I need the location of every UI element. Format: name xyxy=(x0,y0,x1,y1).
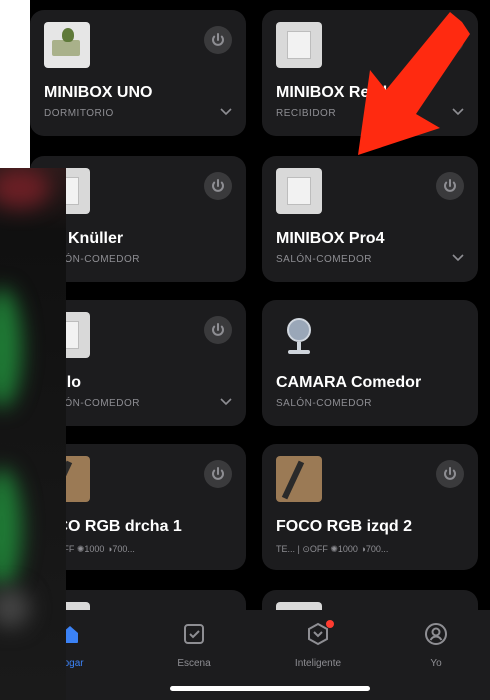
power-icon[interactable] xyxy=(436,460,464,488)
chevron-down-icon[interactable] xyxy=(220,398,232,406)
device-room: SALÓN-COMEDOR xyxy=(276,254,372,265)
power-icon[interactable] xyxy=(204,460,232,488)
home-indicator xyxy=(170,686,370,691)
chevron-down-icon[interactable] xyxy=(452,254,464,262)
red-arrow-annotation xyxy=(358,12,470,155)
camera-icon xyxy=(276,312,322,358)
device-stats: TE... | ⊙OFF ✺1000 ◑700... xyxy=(276,544,389,554)
phone-screen: MINIBOX UNO DORMITORIO MINIBOX Recibidor… xyxy=(30,0,490,700)
device-thumbnail xyxy=(276,22,322,68)
device-thumbnail xyxy=(44,22,90,68)
chevron-down-icon[interactable] xyxy=(220,108,232,116)
tab-label: Yo xyxy=(430,658,442,669)
device-room: RECIBIDOR xyxy=(276,108,337,119)
device-name: MINIBOX Pro4 xyxy=(276,230,385,247)
power-icon[interactable] xyxy=(204,26,232,54)
tab-label: Escena xyxy=(177,658,211,669)
power-icon[interactable] xyxy=(204,172,232,200)
device-room: DORMITORIO xyxy=(44,108,114,119)
device-card[interactable]: MINIBOX UNO DORMITORIO xyxy=(30,10,246,136)
device-name: CAMARA Comedor xyxy=(276,374,422,391)
tab-profile[interactable]: Yo xyxy=(396,620,476,669)
profile-icon xyxy=(425,623,447,645)
device-card[interactable]: CAMARA Comedor SALÓN-COMEDOR xyxy=(262,300,478,426)
scene-icon xyxy=(184,624,204,644)
device-name: FOCO RGB izqd 2 xyxy=(276,518,412,535)
device-room: SALÓN-COMEDOR xyxy=(276,398,372,409)
power-icon[interactable] xyxy=(436,172,464,200)
device-card[interactable]: FOCO RGB izqd 2 TE... | ⊙OFF ✺1000 ◑700.… xyxy=(262,444,478,570)
device-card[interactable]: MINIBOX Pro4 SALÓN-COMEDOR xyxy=(262,156,478,282)
power-icon[interactable] xyxy=(204,316,232,344)
tab-label: Inteligente xyxy=(294,658,342,669)
blurred-background-window xyxy=(0,168,66,700)
device-thumbnail xyxy=(276,168,322,214)
notification-badge xyxy=(326,620,334,628)
tab-smart[interactable]: Inteligente xyxy=(278,620,358,669)
tab-bar: Hogar Escena Inteligente Yo xyxy=(30,610,490,700)
tab-scene[interactable]: Escena xyxy=(154,620,234,669)
device-name: MINIBOX UNO xyxy=(44,84,153,101)
device-thumbnail xyxy=(276,456,322,502)
